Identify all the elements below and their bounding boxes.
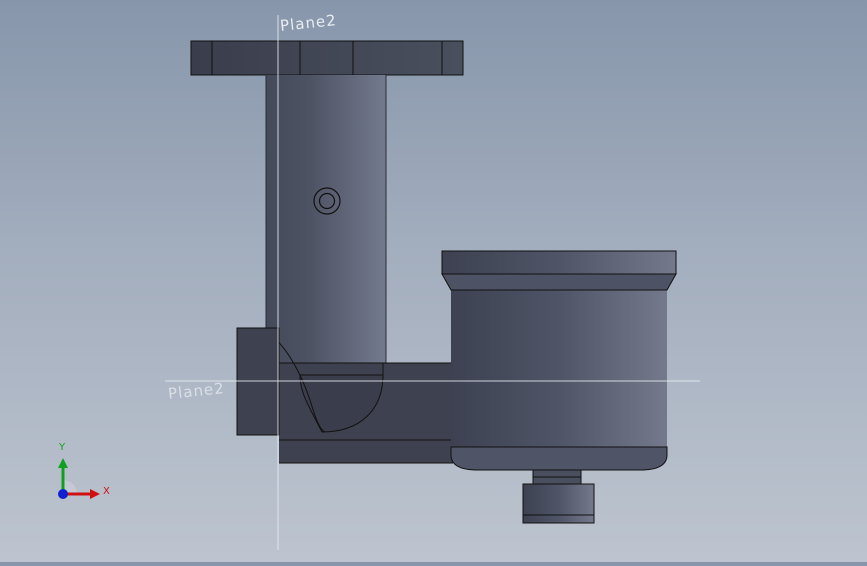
- triad-x-label: X: [103, 486, 110, 497]
- vertical-tube[interactable]: [265, 75, 387, 365]
- orientation-triad[interactable]: Y X: [50, 440, 120, 510]
- top-flange[interactable]: [190, 40, 464, 76]
- model-canvas[interactable]: [0, 0, 867, 562]
- 3d-viewport[interactable]: Plane2 Plane2 Y X: [0, 0, 867, 562]
- z-axis-dot: [58, 489, 68, 499]
- reservoir-cup[interactable]: [441, 250, 677, 524]
- triad-y-label: Y: [59, 442, 66, 453]
